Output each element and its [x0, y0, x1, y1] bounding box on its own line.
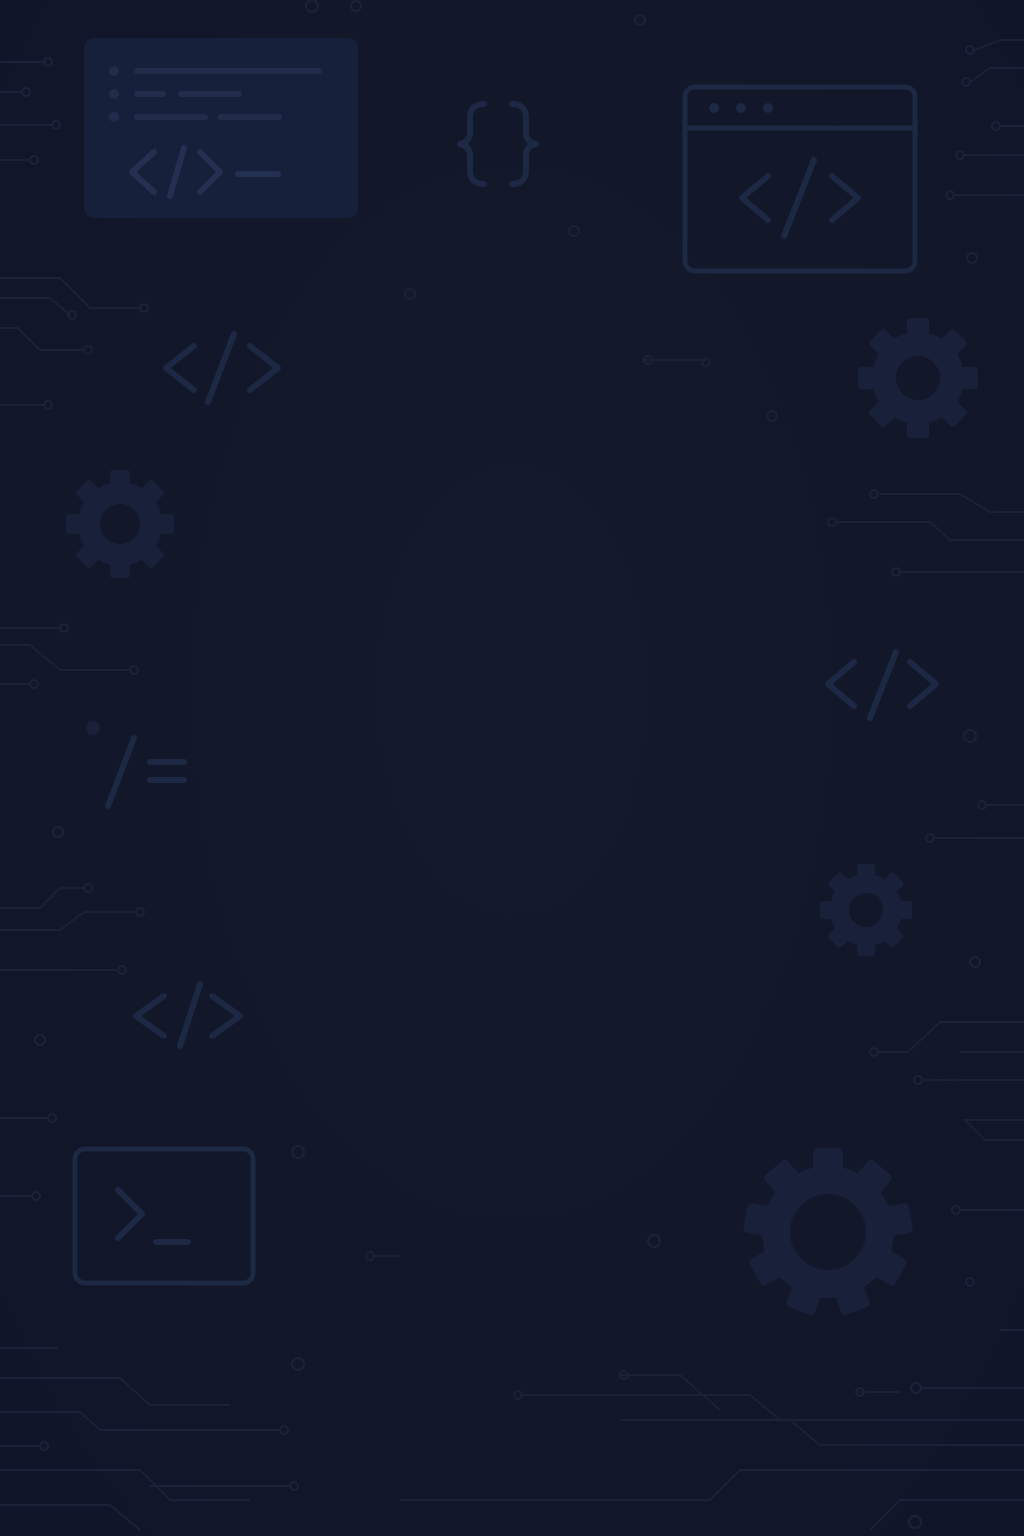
gear-icon: [858, 318, 978, 438]
gear-icon: [743, 1148, 913, 1315]
background-art: [0, 0, 1024, 1531]
background-canvas: [0, 0, 1024, 1536]
curly-braces-icon: [457, 101, 539, 187]
not-equal-icon: [86, 721, 187, 809]
circuit-traces-left: [0, 57, 400, 1531]
code-tag-icon: [133, 331, 939, 1049]
code-window-icon: [84, 38, 358, 218]
gear-icon: [820, 864, 912, 956]
browser-code-icon: [682, 84, 918, 274]
terminal-icon: [72, 1146, 256, 1286]
gear-icon: [66, 470, 174, 578]
